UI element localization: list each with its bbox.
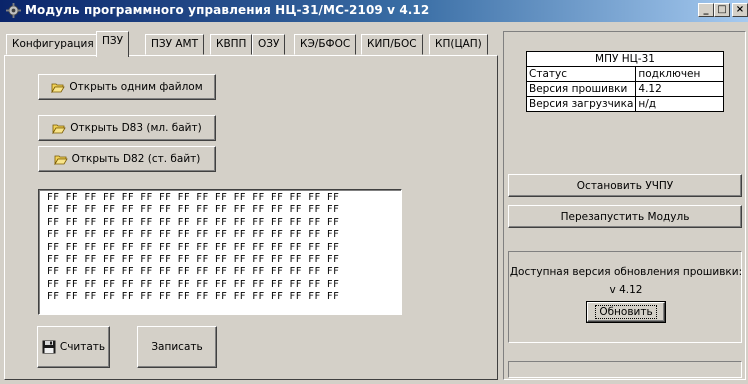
device-info-table: МПУ НЦ-31 Статус подключен Версия прошив… [525,51,724,112]
update-button[interactable]: Обновить [586,301,666,323]
update-label: Обновить [595,305,657,319]
open-single-file-label: Открыть одним файлом [69,81,203,93]
close-button[interactable]: × [732,3,748,17]
status-bar [508,361,742,378]
firmware-update-group: Доступная версия обновления прошивки: v … [508,251,742,343]
open-d82-label: Открыть D82 (ст. байт) [71,153,201,165]
tab-rom[interactable]: ПЗУ [96,31,130,57]
tab-kvpp[interactable]: КВПП [210,34,253,55]
folder-open-icon [53,155,68,165]
tab-kp-dac[interactable]: КП(ЦАП) [429,34,488,55]
info-key-bootloader: Версия загрузчика [525,96,637,112]
hex-row: FF FF FF FF FF FF FF FF FF FF FF FF FF F… [47,192,340,203]
table-row: Версия загрузчика н/д [525,96,724,112]
stop-cnc-button[interactable]: Остановить УЧПУ [508,174,742,197]
minimize-button[interactable]: _ [698,3,714,17]
tab-rom-amt[interactable]: ПЗУ АМТ [145,34,205,55]
hex-dump-view[interactable]: FF FF FF FF FF FF FF FF FF FF FF FF FF F… [38,189,402,315]
update-version: v 4.12 [609,284,643,296]
open-single-file-button[interactable]: Открыть одним файлом [38,74,216,100]
hex-row: FF FF FF FF FF FF FF FF FF FF FF FF FF F… [47,204,340,216]
hex-row: FF FF FF FF FF FF FF FF FF FF FF FF FF F… [47,241,340,253]
device-info-header: МПУ НЦ-31 [526,51,724,67]
open-d82-button[interactable]: Открыть D82 (ст. байт) [38,146,216,172]
floppy-disk-icon [42,340,56,354]
folder-open-icon [51,83,66,93]
info-key-status: Статус [525,66,637,82]
table-row: Версия прошивки 4.12 [525,81,724,97]
info-value-status: подключен [635,66,724,82]
read-label: Считать [59,341,106,353]
tab-ram[interactable]: ОЗУ [252,34,286,55]
maximize-button[interactable]: □ [714,3,730,17]
tab-configuration[interactable]: Конфигурация [6,34,100,55]
hex-row: FF FF FF FF FF FF FF FF FF FF FF FF FF F… [47,216,340,228]
title-bar[interactable]: Модуль программного управления НЦ-31/МС-… [0,0,748,22]
hex-row: FF FF FF FF FF FF FF FF FF FF FF FF FF F… [47,278,340,290]
app-window: Модуль программного управления НЦ-31/МС-… [0,0,748,384]
open-d83-button[interactable]: Открыть D83 (мл. байт) [38,115,216,141]
gear-icon [6,3,21,18]
hex-row: FF FF FF FF FF FF FF FF FF FF FF FF FF F… [47,229,340,241]
tab-ke-bfos[interactable]: КЭ/БФОС [294,34,357,55]
stop-cnc-label: Остановить УЧПУ [576,179,674,192]
update-available-text: Доступная версия обновления прошивки: [509,266,743,278]
info-key-firmware: Версия прошивки [525,81,637,97]
window-title: Модуль программного управления НЦ-31/МС-… [25,3,430,17]
hex-row: FF FF FF FF FF FF FF FF FF FF FF FF FF F… [47,266,340,278]
restart-module-button[interactable]: Перезапустить Модуль [508,205,742,228]
hex-row: FF FF FF FF FF FF FF FF FF FF FF FF FF F… [47,291,340,303]
info-value-bootloader: н/д [635,96,724,112]
hex-row: FF FF FF FF FF FF FF FF FF FF FF FF FF F… [47,253,340,265]
restart-module-label: Перезапустить Модуль [560,210,690,223]
write-button[interactable]: Записать [137,326,217,368]
folder-open-icon [52,124,66,134]
open-d83-label: Открыть D83 (мл. байт) [70,122,202,134]
tab-kip-bos[interactable]: КИП/БОС [361,34,423,55]
table-row: Статус подключен [525,66,724,82]
read-button[interactable]: Считать [37,326,110,368]
info-value-firmware: 4.12 [635,81,724,97]
write-label: Записать [151,341,203,353]
